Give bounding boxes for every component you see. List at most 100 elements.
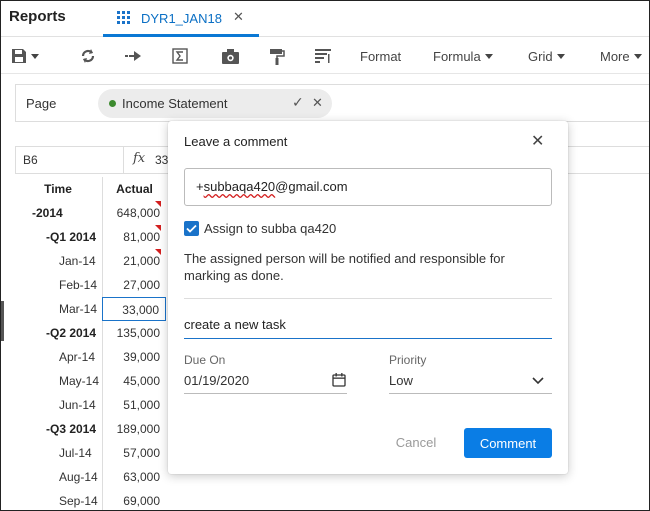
assign-note: The assigned person will be notified and…: [184, 251, 505, 283]
cell-value: 21,000: [123, 254, 160, 268]
grid-label: Grid: [528, 48, 553, 64]
close-icon[interactable]: ✕: [531, 131, 544, 151]
row-label[interactable]: Feb-14: [59, 278, 97, 292]
tab-report[interactable]: DYR1_JAN18 ✕: [103, 1, 259, 37]
due-date-field[interactable]: 01/19/2020: [184, 370, 347, 394]
check-icon[interactable]: ✓: [292, 94, 304, 111]
forward-button[interactable]: [125, 46, 143, 66]
comment-text: +subbaqa420@gmail.com: [196, 179, 348, 194]
comment-dialog: Leave a comment ✕ +subbaqa420@gmail.com …: [168, 121, 568, 474]
divider: [123, 147, 124, 174]
row-label[interactable]: -2014: [32, 206, 63, 220]
comment-flag-icon: [155, 201, 161, 207]
grid-icon: [117, 11, 130, 24]
pov-chip[interactable]: Income Statement ✓ ✕: [98, 89, 332, 118]
grid-cell[interactable]: 51,000: [102, 393, 166, 417]
table-row: -Q2 2014 135,000: [1, 321, 171, 345]
row-label[interactable]: Jul-14: [59, 446, 92, 460]
comment-input[interactable]: +subbaqa420@gmail.com: [184, 168, 552, 206]
grid-cell[interactable]: 189,000: [102, 417, 166, 441]
grid-menu[interactable]: Grid: [528, 46, 565, 66]
cell-value: 135,000: [116, 326, 160, 340]
camera-button[interactable]: [222, 46, 239, 66]
cell-value: 69,000: [123, 494, 160, 508]
grid-cell[interactable]: 81,000: [102, 225, 166, 249]
dialog-title: Leave a comment: [184, 134, 288, 149]
column-header-time[interactable]: Time: [15, 177, 101, 201]
grid-cell[interactable]: 648,000: [102, 201, 166, 225]
row-label[interactable]: Sep-14: [59, 494, 98, 508]
more-menu[interactable]: More: [600, 46, 642, 66]
close-icon[interactable]: ✕: [312, 95, 323, 111]
grid-cell[interactable]: 135,000: [102, 321, 166, 345]
row-label[interactable]: Jun-14: [59, 398, 96, 412]
save-button[interactable]: [11, 46, 39, 66]
chevron-down-icon: [484, 53, 493, 59]
camera-icon: [222, 48, 239, 64]
divider: [184, 298, 552, 299]
task-text: create a new task: [184, 317, 286, 332]
grid-cell[interactable]: 45,000: [102, 369, 166, 393]
paint-roller-icon: [270, 48, 285, 65]
format-label: Format: [360, 48, 402, 64]
grid-cell[interactable]: 69,000: [102, 489, 166, 510]
due-on-label: Due On: [184, 353, 226, 367]
row-label[interactable]: May-14: [59, 374, 99, 388]
mention-prefix: +: [196, 179, 204, 194]
grid-cell[interactable]: 21,000: [102, 249, 166, 273]
row-label[interactable]: -Q3 2014: [46, 422, 96, 436]
table-row: -Q3 2014 189,000: [1, 417, 171, 441]
assign-checkbox[interactable]: [184, 221, 199, 236]
cell-value: 648,000: [116, 206, 160, 220]
grid-cell[interactable]: 39,000: [102, 345, 166, 369]
table-row: Jun-14 51,000: [1, 393, 171, 417]
table-row: Jan-14 21,000: [1, 249, 171, 273]
sigma-button[interactable]: [172, 46, 188, 66]
assign-label[interactable]: Assign to subba qa420: [204, 221, 336, 236]
row-label[interactable]: Aug-14: [59, 470, 98, 484]
cell-value: 27,000: [123, 278, 160, 292]
row-label[interactable]: -Q2 2014: [46, 326, 96, 340]
sort-icon: [315, 49, 331, 63]
grid-cell[interactable]: 57,000: [102, 441, 166, 465]
calendar-icon[interactable]: [332, 372, 346, 387]
task-input[interactable]: create a new task: [184, 311, 552, 339]
data-grid: Time Actual -2014 648,000 -Q1 2014 81,00…: [1, 177, 171, 510]
cell-reference[interactable]: B6: [23, 153, 38, 167]
row-label[interactable]: -Q1 2014: [46, 230, 96, 244]
refresh-button[interactable]: [79, 46, 97, 66]
cell-value: 189,000: [116, 422, 160, 436]
priority-label: Priority: [389, 353, 427, 367]
comment-flag-icon: [155, 249, 161, 255]
status-dot: [109, 100, 116, 107]
resize-handle[interactable]: [1, 301, 4, 341]
table-row: Sep-14 69,000: [1, 489, 171, 510]
table-row: May-14 45,000: [1, 369, 171, 393]
priority-value: Low: [389, 373, 413, 388]
table-row: Jul-14 57,000: [1, 441, 171, 465]
sort-button[interactable]: [315, 46, 331, 66]
grid-cell[interactable]: 63,000: [102, 465, 166, 489]
chevron-down-icon: [31, 53, 39, 59]
cancel-button[interactable]: Cancel: [381, 427, 451, 457]
column-header-actual[interactable]: Actual: [102, 177, 166, 201]
tab-label: DYR1_JAN18: [141, 11, 222, 26]
cell-value: 63,000: [123, 470, 160, 484]
formula-label: Formula: [433, 48, 481, 64]
grid-cell[interactable]: 27,000: [102, 273, 166, 297]
table-row: -Q1 2014 81,000: [1, 225, 171, 249]
app-title: Reports: [9, 8, 66, 25]
pov-label: Page: [26, 96, 57, 111]
row-label[interactable]: Mar-14: [59, 302, 97, 316]
mention-name: subbaqa420: [203, 179, 276, 194]
comment-button[interactable]: Comment: [464, 428, 552, 458]
row-label[interactable]: Apr-14: [59, 350, 95, 364]
formula-menu[interactable]: Formula: [433, 46, 493, 66]
row-label[interactable]: Jan-14: [59, 254, 96, 268]
format-menu[interactable]: Format: [360, 46, 401, 66]
formula-input[interactable]: 33: [155, 153, 168, 167]
priority-select[interactable]: Low: [389, 370, 552, 394]
tab-close-icon[interactable]: ✕: [233, 9, 244, 25]
paint-button[interactable]: [269, 46, 285, 66]
grid-cell-selected[interactable]: 33,000: [102, 297, 166, 321]
